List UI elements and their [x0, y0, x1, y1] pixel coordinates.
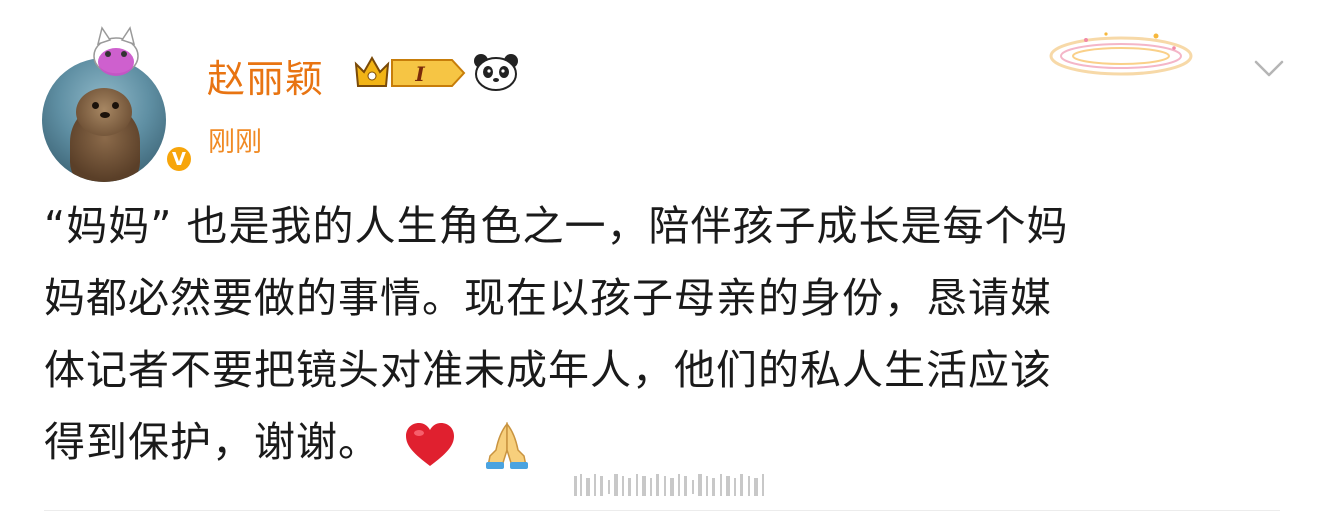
post-content-line: 得到保护，谢谢。 — [44, 418, 380, 466]
level-badge-text: I — [414, 62, 425, 86]
avatar-otter-eye — [92, 102, 99, 109]
avatar-otter-eye — [112, 102, 119, 109]
verified-badge: V — [164, 144, 194, 174]
username[interactable]: 赵丽颖 — [207, 48, 324, 103]
post-timestamp: 刚刚 — [208, 127, 262, 158]
post-content-line: 妈都必然要做的事情。现在以孩子母亲的身份，恳请媒 — [44, 274, 1052, 322]
avatar-container[interactable]: V — [40, 20, 194, 182]
chevron-down-icon[interactable] — [1252, 56, 1286, 80]
cat-pendant-icon — [93, 26, 139, 76]
crown-badge-icon[interactable]: I — [352, 52, 470, 94]
post-content: “妈妈” 也是我的人生角色之一，陪伴孩子成长是每个妈 妈都必然要做的事情。现在以… — [44, 190, 1280, 478]
halo-decoration — [1049, 32, 1193, 76]
heart-emoji — [406, 423, 455, 466]
post-content-line: “妈妈” 也是我的人生角色之一，陪伴孩子成长是每个妈 — [44, 202, 1069, 250]
panda-icon — [474, 54, 518, 91]
folded-hands-emoji — [486, 421, 529, 469]
avatar-otter-nose — [100, 112, 110, 118]
weibo-post-card: V 赵丽颖 I 刚刚 “妈妈” 也是我的人生角色之一，陪伴孩子成长是每个妈 妈都… — [0, 0, 1320, 521]
divider — [44, 510, 1280, 511]
avatar[interactable] — [42, 58, 166, 182]
weibo-watermark — [574, 474, 764, 496]
post-content-line: 体记者不要把镜头对准未成年人，他们的私人生活应该 — [44, 346, 1052, 394]
